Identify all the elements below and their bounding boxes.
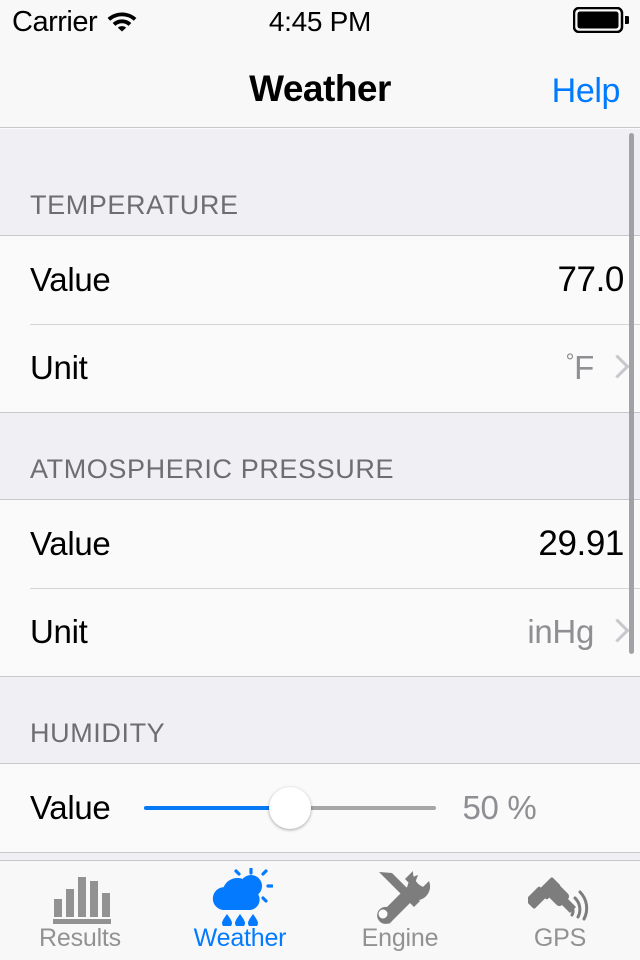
section-header-label: HUMIDITY	[30, 718, 166, 748]
bar-chart-icon	[48, 869, 112, 925]
humidity-slider[interactable]	[144, 787, 437, 829]
tab-label: Results	[39, 924, 121, 952]
navigation-bar: Weather Help	[0, 44, 640, 128]
section-body-temperature: Value 77.0 Unit °F	[0, 235, 640, 413]
section-body-pressure: Value 29.91 Unit inHg	[0, 499, 640, 677]
unit-letter: F	[574, 349, 594, 386]
tab-label: Engine	[361, 924, 439, 952]
chevron-right-icon	[608, 354, 624, 382]
chevron-right-icon	[608, 618, 624, 646]
row-temperature-value[interactable]: Value 77.0	[0, 236, 640, 324]
status-bar-right	[572, 6, 631, 38]
row-temperature-unit[interactable]: Unit °F	[0, 324, 640, 412]
section-header-temperature: TEMPERATURE	[0, 129, 640, 235]
status-bar: Carrier 4:45 PM	[0, 0, 640, 44]
scroll-indicator[interactable]	[629, 133, 634, 654]
section-header-label: TEMPERATURE	[30, 190, 239, 220]
tab-label: GPS	[533, 924, 587, 952]
row-humidity-value[interactable]: Value 50 %	[0, 764, 640, 852]
tab-weather[interactable]: Weather	[160, 861, 320, 960]
row-pressure-value[interactable]: Value 29.91	[0, 500, 640, 588]
help-button[interactable]: Help	[552, 72, 621, 111]
section-header-label: ATMOSPHERIC PRESSURE	[30, 454, 395, 484]
clock-label: 4:45 PM	[268, 6, 372, 37]
pressure-value: 29.91	[538, 524, 624, 563]
satellite-icon	[528, 869, 592, 925]
pressure-unit-value: inHg	[527, 613, 594, 650]
row-label: Value	[30, 789, 111, 826]
row-label: Unit	[30, 613, 88, 650]
section-header-pressure: ATMOSPHERIC PRESSURE	[0, 413, 640, 499]
slider-thumb[interactable]	[269, 787, 312, 829]
section-body-humidity: Value 50 %	[0, 763, 640, 853]
cloud-sun-rain-icon	[207, 868, 273, 926]
humidity-value-label: 50 %	[462, 789, 537, 826]
page-title: Weather	[249, 68, 391, 109]
row-label: Unit	[30, 349, 88, 386]
settings-list[interactable]: TEMPERATURE Value 77.0 Unit °F ATMOSPHER…	[0, 129, 640, 860]
tools-icon	[369, 869, 431, 925]
row-pressure-unit[interactable]: Unit inHg	[0, 588, 640, 676]
temperature-unit-value: °F	[565, 349, 595, 387]
row-label: Value	[30, 525, 111, 562]
battery-full-icon	[572, 6, 631, 38]
degree-symbol: °	[565, 349, 575, 374]
tab-label: Weather	[193, 924, 287, 952]
temperature-value: 77.0	[557, 260, 624, 299]
section-header-altitude: ALTITUDE	[0, 853, 640, 860]
tab-gps[interactable]: GPS	[480, 861, 640, 960]
tab-engine[interactable]: Engine	[320, 861, 480, 960]
tab-results[interactable]: Results	[0, 861, 160, 960]
row-label: Value	[30, 261, 111, 298]
app-screen: Carrier 4:45 PM Weather Help TEMPERATURE…	[0, 0, 640, 960]
section-header-humidity: HUMIDITY	[0, 677, 640, 763]
tab-bar: Results Weather Engine GPS	[0, 860, 640, 960]
